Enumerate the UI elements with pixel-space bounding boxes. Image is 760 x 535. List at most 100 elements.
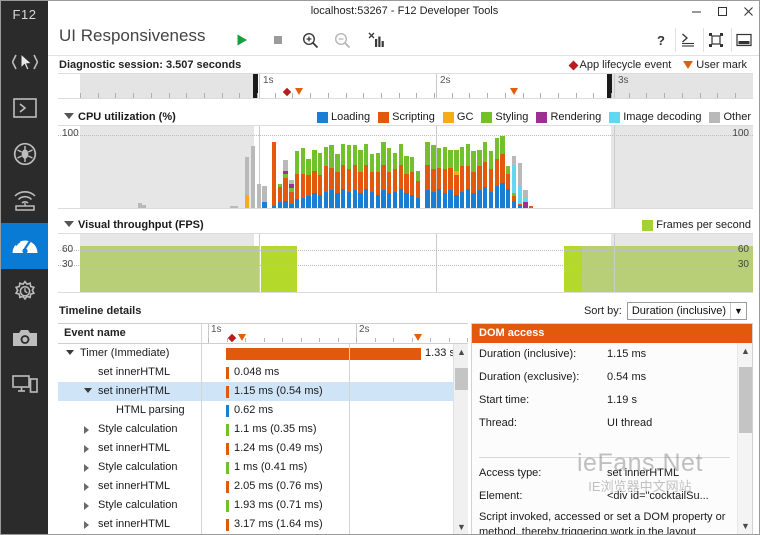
sidebar-item-memory[interactable] (1, 315, 48, 361)
table-row[interactable]: set innerHTML 3.17 ms (1.64 ms) (58, 515, 468, 534)
table-row[interactable]: HTML parsing 0.62 ms (58, 401, 468, 420)
details-lifecycle-marker[interactable] (227, 333, 237, 343)
close-button[interactable] (735, 1, 759, 22)
scrollbar-thumb[interactable] (455, 368, 468, 390)
table-row[interactable]: set innerHTML 1.24 ms (0.49 ms) (58, 439, 468, 458)
dock-bottom-button[interactable] (731, 28, 755, 52)
column-divider (201, 477, 202, 496)
table-row[interactable]: Timer (Immediate) 1.33 s (58, 344, 468, 363)
details-ruler-tick (319, 338, 320, 342)
visual-throughput-chart[interactable]: 60 30 60 30 (58, 233, 753, 293)
detail-scroll-up-button[interactable]: ▲ (738, 343, 752, 359)
clear-chart-button[interactable] (364, 28, 388, 52)
detail-scrollbar-thumb[interactable] (739, 367, 752, 433)
maximize-button[interactable] (709, 1, 735, 22)
sidebar-item-debugger[interactable] (1, 131, 48, 177)
details-ruler-tick (208, 338, 209, 342)
cpu-bar-segment (369, 154, 375, 172)
cpu-bar (477, 149, 482, 208)
ruler-tick (681, 93, 683, 98)
minimize-button[interactable] (683, 1, 709, 22)
ruler-tick (646, 93, 648, 98)
table-row[interactable]: Style calculation 1 ms (0.41 ms) (58, 458, 468, 477)
detail-key: Thread: (479, 417, 517, 429)
duration-value: 1.15 ms (0.54 ms) (234, 385, 323, 397)
overview-timeline-ruler[interactable]: 1s 2s 3s (58, 73, 753, 99)
detail-value: set innerHTML (607, 467, 680, 479)
event-name: set innerHTML (98, 480, 171, 492)
sidebar-item-ui-responsiveness[interactable] (1, 223, 48, 269)
detail-fields-secondary: Access type: set innerHTML Element: <div id… (472, 462, 752, 508)
cpu-bar-segment (317, 175, 323, 195)
cpu-bar-segment (312, 193, 317, 208)
help-button[interactable]: ? (649, 28, 673, 52)
chevron-down-icon[interactable] (64, 221, 74, 227)
sidebar-item-network[interactable] (1, 177, 48, 223)
zoom-out-button[interactable] (330, 28, 354, 52)
table-row[interactable]: Style calculation 1.1 ms (0.35 ms) (58, 420, 468, 439)
cpu-bar-segment (364, 164, 369, 189)
cpu-bar-segment (294, 199, 300, 208)
start-profiling-button[interactable] (230, 28, 254, 52)
chevron-down-icon[interactable]: ▼ (730, 303, 746, 319)
cpu-bar (488, 151, 494, 208)
cpu-bar (375, 152, 380, 208)
cpu-bar (358, 149, 363, 208)
user-mark-marker-1[interactable] (295, 88, 303, 95)
chevron-right-icon[interactable] (84, 502, 89, 510)
chevron-down-icon[interactable] (66, 350, 74, 355)
chevron-right-icon[interactable] (84, 464, 89, 472)
cpu-bar (271, 142, 277, 208)
zoom-in-button[interactable] (298, 28, 322, 52)
cpu-bar-segment (387, 148, 392, 172)
ruler-tick (380, 93, 382, 98)
ruler-tick (416, 93, 418, 98)
table-row[interactable]: set innerHTML 2.05 ms (0.76 ms) (58, 477, 468, 496)
cpu-utilization-chart[interactable]: 100 100 (58, 125, 753, 209)
chevron-right-icon[interactable] (84, 445, 89, 453)
chevron-right-icon[interactable] (84, 483, 89, 491)
chevron-down-icon[interactable] (84, 388, 92, 393)
cpu-bar-segment (459, 166, 465, 192)
column-divider (349, 382, 350, 401)
sidebar-item-dom-explorer[interactable] (1, 39, 48, 85)
table-row[interactable]: Style calculation 1.93 ms (0.71 ms) (58, 496, 468, 515)
legend-label: App lifecycle event (579, 59, 672, 71)
sidebar-item-emulation[interactable] (1, 361, 48, 407)
cpu-bar-segment (283, 160, 288, 171)
user-mark-marker-2[interactable] (510, 88, 518, 95)
sidebar-item-console[interactable] (1, 85, 48, 131)
chevron-down-icon[interactable] (64, 113, 74, 119)
detail-scroll-down-button[interactable]: ▼ (738, 518, 752, 534)
table-row[interactable]: set innerHTML 1.15 ms (0.54 ms) (58, 382, 468, 401)
network-signal-icon (12, 189, 38, 211)
sidebar-item-profiler[interactable] (1, 269, 48, 315)
detail-view-button[interactable] (675, 28, 699, 52)
cpu-bar-segment (448, 190, 453, 208)
sort-by-label: Sort by: (583, 305, 622, 317)
table-scrollbar[interactable]: ▲ ▼ (453, 344, 468, 534)
cpu-bar-segment (346, 145, 352, 169)
cpu-bar (277, 184, 283, 208)
chevron-right-icon[interactable] (84, 521, 89, 529)
duration-value: 1.93 ms (0.71 ms) (234, 499, 323, 511)
timeline-details-table[interactable]: Event name 1s 2s Timer (Immediate) 1.33 s… (58, 323, 468, 534)
cpu-bar (346, 145, 352, 208)
stop-profiling-button[interactable] (266, 28, 290, 52)
cpu-bar-segment (465, 188, 471, 208)
ruler-tick (593, 93, 595, 98)
console-prompt-icon (12, 98, 37, 118)
table-row[interactable]: set innerHTML 0.048 ms (58, 363, 468, 382)
chevron-right-icon[interactable] (84, 426, 89, 434)
detail-scrollbar[interactable]: ▲ ▼ (737, 343, 752, 534)
cpu-bar-segment (323, 146, 329, 166)
scroll-up-button[interactable]: ▲ (454, 344, 468, 360)
details-user-mark-2[interactable] (414, 334, 422, 341)
undock-button[interactable] (703, 28, 727, 52)
sort-by-select[interactable]: Duration (inclusive) ▼ (626, 302, 747, 320)
scroll-down-button[interactable]: ▼ (454, 519, 468, 534)
cpu-bar-segment (398, 188, 403, 208)
app-lifecycle-event-marker[interactable] (282, 87, 292, 97)
cpu-bar-segment (517, 185, 522, 204)
cpu-bar-segment (494, 158, 499, 186)
